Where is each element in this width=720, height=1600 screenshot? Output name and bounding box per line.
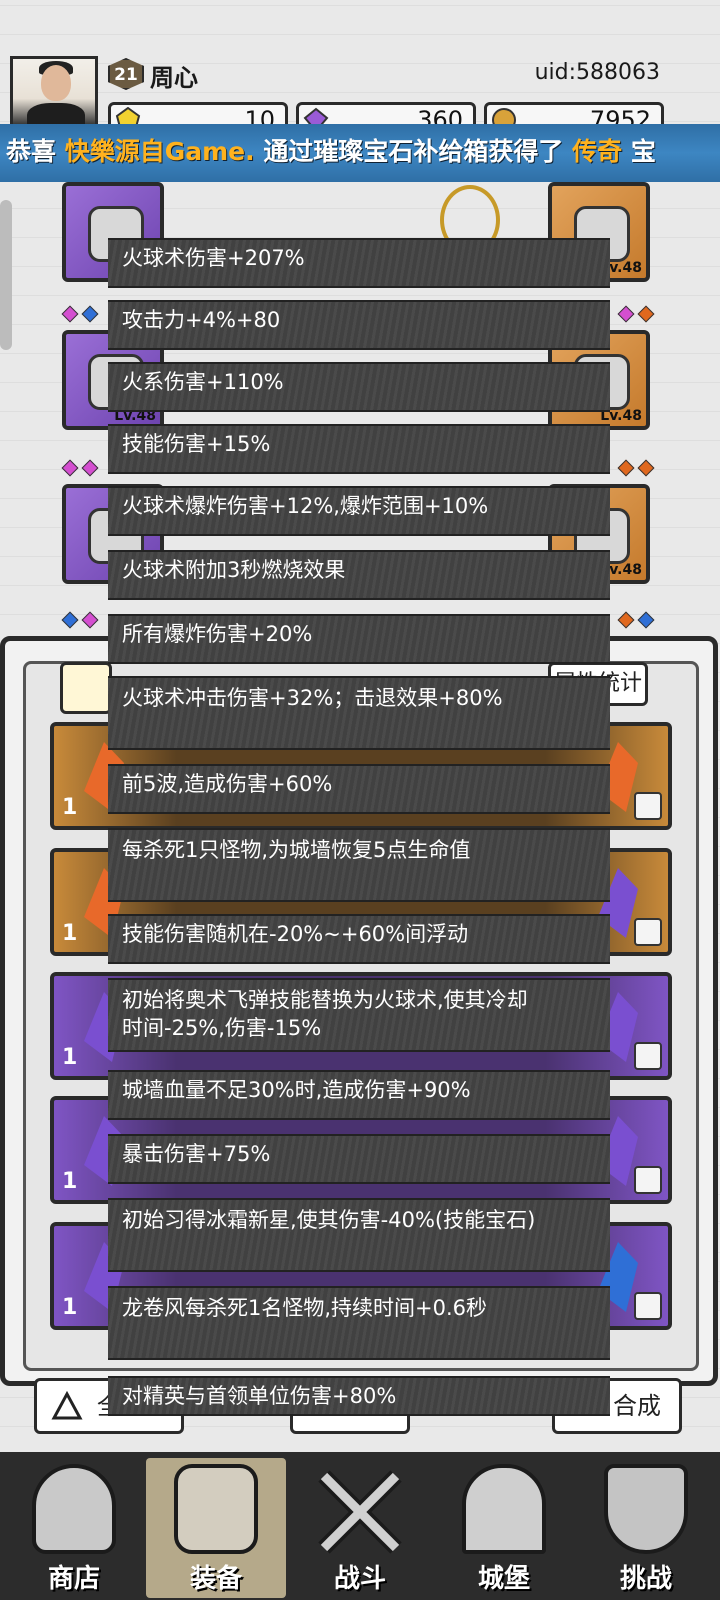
player-name: 周心 — [150, 64, 198, 92]
game-screen: 21 周心 uid:588063 10 360 7952 恭喜 快樂源自Game… — [0, 0, 720, 1600]
effect-line: 龙卷风每杀死1名怪物,持续时间+0.6秒 — [108, 1286, 610, 1360]
shield-icon — [604, 1464, 688, 1554]
effect-line: 初始将奥术飞弹技能替换为火球术,使其冷却时间-25%,伤害-15% — [108, 978, 610, 1052]
gem-sockets — [617, 611, 655, 629]
item-count: 1 — [62, 921, 78, 946]
nav-challenge[interactable]: 挑战 — [576, 1458, 716, 1598]
effect-line: 对精英与首领单位伤害+80% — [108, 1376, 610, 1416]
triangle-up-icon — [51, 1391, 83, 1420]
effect-line: 火球术伤害+207% — [108, 238, 610, 288]
gem-sockets — [61, 459, 99, 477]
item-count: 1 — [62, 1045, 78, 1070]
banner-suffix: 宝 — [630, 137, 656, 166]
level-badge: 21 — [108, 58, 144, 90]
boots-tag-icon — [634, 792, 662, 820]
effect-line: 火球术爆炸伤害+12%,爆炸范围+10% — [108, 486, 610, 536]
effect-line: 火球术附加3秒燃烧效果 — [108, 550, 610, 600]
castle-icon — [462, 1464, 546, 1554]
avatar[interactable] — [10, 56, 98, 128]
gem-sockets — [617, 305, 655, 323]
avatar-face — [41, 65, 71, 101]
gem-sockets — [61, 305, 99, 323]
effect-line: 火球术冲击伤害+32%；击退效果+80% — [108, 676, 610, 750]
effect-line: 技能伤害+15% — [108, 424, 610, 474]
effect-line: 攻击力+4%+80 — [108, 300, 610, 350]
side-scroll-handle[interactable] — [0, 200, 12, 350]
crossed-swords-icon — [318, 1470, 402, 1554]
item-count: 1 — [62, 1169, 78, 1194]
bottom-nav: 商店 装备 战斗 城堡 挑战 — [0, 1452, 720, 1600]
nav-label: 战斗 — [333, 1564, 386, 1594]
announcement-banner: 恭喜 快樂源自Game. 通过璀璨宝石补给箱获得了 传奇 宝 — [0, 124, 720, 182]
effect-line: 暴击伤害+75% — [108, 1134, 610, 1184]
gem-sockets — [61, 611, 99, 629]
helmet-tag-icon — [634, 1166, 662, 1194]
banner-player: 快樂源自Game. — [64, 137, 255, 166]
banner-middle: 通过璀璨宝石补给箱获得了 — [263, 137, 564, 166]
weapon-tag-icon — [634, 1042, 662, 1070]
equipment-filter-button[interactable] — [60, 662, 112, 714]
gem-sockets — [617, 459, 655, 477]
effect-line: 每杀死1只怪物,为城墙恢复5点生命值 — [108, 828, 610, 902]
nav-label: 商店 — [47, 1564, 100, 1594]
armor-tag-icon — [634, 1292, 662, 1320]
item-count: 1 — [62, 1295, 78, 1320]
nav-battle[interactable]: 战斗 — [290, 1458, 430, 1598]
shop-icon — [32, 1464, 116, 1554]
nav-shop[interactable]: 商店 — [4, 1458, 144, 1598]
backpack-icon — [174, 1464, 258, 1554]
banner-item: 传奇 — [572, 137, 623, 166]
nav-label: 挑战 — [619, 1564, 672, 1594]
nav-castle[interactable]: 城堡 — [434, 1458, 574, 1598]
banner-prefix: 恭喜 — [6, 137, 57, 166]
effect-line: 前5波,造成伤害+60% — [108, 764, 610, 814]
effect-line: 火系伤害+110% — [108, 362, 610, 412]
effect-line: 城墙血量不足30%时,造成伤害+90% — [108, 1070, 610, 1120]
uid-label: uid:588063 — [534, 60, 660, 85]
nav-equipment[interactable]: 装备 — [146, 1458, 286, 1598]
effect-line: 技能伤害随机在-20%~+60%间浮动 — [108, 914, 610, 964]
effect-line: 所有爆炸伤害+20% — [108, 614, 610, 664]
item-count: 1 — [62, 795, 78, 820]
nav-label: 装备 — [189, 1564, 242, 1594]
nav-label: 城堡 — [477, 1564, 530, 1594]
effect-line: 初始习得冰霜新星,使其伤害-40%(技能宝石) — [108, 1198, 610, 1272]
armor-tag-icon — [634, 918, 662, 946]
